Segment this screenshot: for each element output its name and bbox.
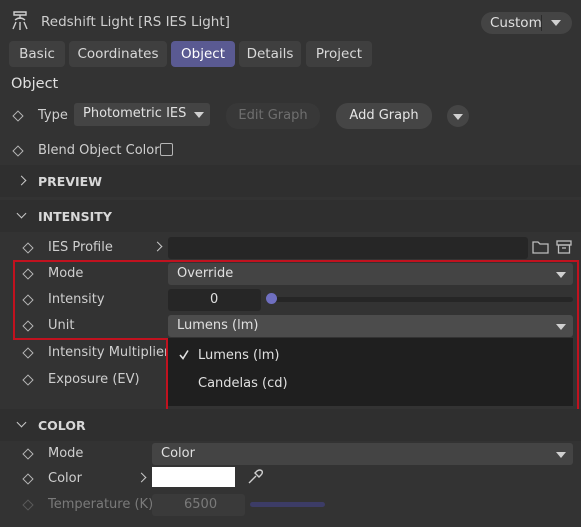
chevron-down-icon bbox=[16, 208, 27, 219]
highlight-frame-bottom-left bbox=[13, 338, 168, 340]
folder-icon[interactable] bbox=[532, 239, 550, 255]
keyframe-diamond-icon[interactable] bbox=[22, 320, 34, 332]
tab-basic[interactable]: Basic bbox=[9, 41, 65, 67]
temperature-value-field: 6500 bbox=[152, 494, 245, 516]
edit-graph-button[interactable]: Edit Graph bbox=[226, 103, 320, 129]
intensity-label: Intensity bbox=[48, 292, 105, 307]
keyframe-diamond-icon[interactable] bbox=[22, 473, 34, 485]
window-title: Redshift Light [RS IES Light] bbox=[41, 14, 230, 30]
mode-label: Mode bbox=[48, 266, 84, 281]
chevron-right-icon bbox=[16, 175, 27, 186]
color-mode-dropdown[interactable]: Color bbox=[152, 443, 573, 465]
mode-dropdown[interactable]: Override bbox=[168, 263, 573, 285]
intensity-slider-track[interactable] bbox=[266, 297, 573, 302]
temperature-slider-track bbox=[250, 502, 325, 507]
color-title: COLOR bbox=[38, 418, 86, 433]
keyframe-diamond-icon[interactable] bbox=[22, 268, 34, 280]
color-mode-label: Mode bbox=[48, 446, 84, 461]
unit-dropdown-menu: Lumens (lm) Candelas (cd) bbox=[168, 338, 573, 406]
intensity-title: INTENSITY bbox=[38, 209, 112, 224]
checkmark-icon bbox=[179, 349, 189, 361]
preset-label: Custom bbox=[490, 15, 542, 31]
graph-options-button[interactable] bbox=[447, 105, 469, 127]
chevron-down-icon bbox=[453, 114, 463, 120]
temperature-label: Temperature (K) bbox=[48, 497, 154, 512]
tab-object[interactable]: Object bbox=[171, 41, 235, 67]
unit-option-label: Candelas (cd) bbox=[198, 376, 288, 391]
unit-option-label: Lumens (lm) bbox=[198, 348, 280, 363]
preset-divider bbox=[541, 15, 542, 31]
unit-option-lumens[interactable]: Lumens (lm) bbox=[168, 343, 573, 369]
add-graph-button[interactable]: Add Graph bbox=[336, 103, 432, 129]
preview-title: PREVIEW bbox=[38, 174, 102, 189]
tab-project[interactable]: Project bbox=[306, 41, 372, 67]
color-label: Color bbox=[48, 471, 82, 486]
keyframe-diamond-icon bbox=[22, 499, 34, 511]
keyframe-diamond-icon[interactable] bbox=[22, 294, 34, 306]
type-dropdown[interactable]: Photometric IES bbox=[74, 103, 210, 126]
chevron-down-icon bbox=[556, 272, 566, 278]
intensity-multiplier-label: Intensity Multiplier bbox=[48, 345, 170, 360]
ies-profile-label: IES Profile bbox=[48, 240, 113, 255]
chevron-down-icon bbox=[194, 112, 204, 118]
keyframe-diamond-icon[interactable] bbox=[22, 347, 34, 359]
intensity-value-field[interactable]: 0 bbox=[168, 289, 261, 311]
blend-object-color-checkbox[interactable] bbox=[160, 143, 173, 156]
color-section-header[interactable]: COLOR bbox=[0, 409, 581, 441]
exposure-label: Exposure (EV) bbox=[48, 372, 140, 387]
color-swatch[interactable] bbox=[152, 467, 235, 487]
intensity-section-header[interactable]: INTENSITY bbox=[0, 200, 581, 232]
tab-details[interactable]: Details bbox=[239, 41, 301, 67]
chevron-down-icon bbox=[556, 324, 566, 330]
intensity-slider-knob[interactable] bbox=[266, 293, 277, 304]
chevron-down-icon bbox=[551, 20, 561, 26]
light-icon bbox=[9, 10, 31, 32]
preview-section-header[interactable]: PREVIEW bbox=[0, 165, 581, 197]
unit-option-candelas[interactable]: Candelas (cd) bbox=[168, 371, 573, 397]
chevron-down-icon bbox=[556, 452, 566, 458]
chevron-right-icon bbox=[136, 472, 147, 483]
preset-dropdown[interactable]: Custom bbox=[481, 12, 572, 34]
keyframe-diamond-icon[interactable] bbox=[22, 448, 34, 460]
keyframe-diamond-icon[interactable] bbox=[12, 145, 24, 157]
chevron-right-icon bbox=[152, 241, 163, 252]
unit-label: Unit bbox=[48, 318, 75, 333]
chevron-down-icon bbox=[16, 417, 27, 428]
keyframe-diamond-icon[interactable] bbox=[22, 374, 34, 386]
object-heading: Object bbox=[11, 76, 59, 92]
unit-dropdown[interactable]: Lumens (lm) bbox=[168, 315, 573, 337]
blend-object-color-label: Blend Object Color bbox=[38, 143, 160, 158]
keyframe-diamond-icon[interactable] bbox=[22, 242, 34, 254]
eyedropper-icon[interactable] bbox=[246, 468, 264, 486]
ies-profile-path-field[interactable] bbox=[168, 237, 528, 259]
tab-coordinates[interactable]: Coordinates bbox=[69, 41, 167, 67]
type-label: Type bbox=[38, 108, 68, 123]
keyframe-diamond-icon[interactable] bbox=[12, 110, 24, 122]
archive-icon[interactable] bbox=[556, 239, 572, 255]
